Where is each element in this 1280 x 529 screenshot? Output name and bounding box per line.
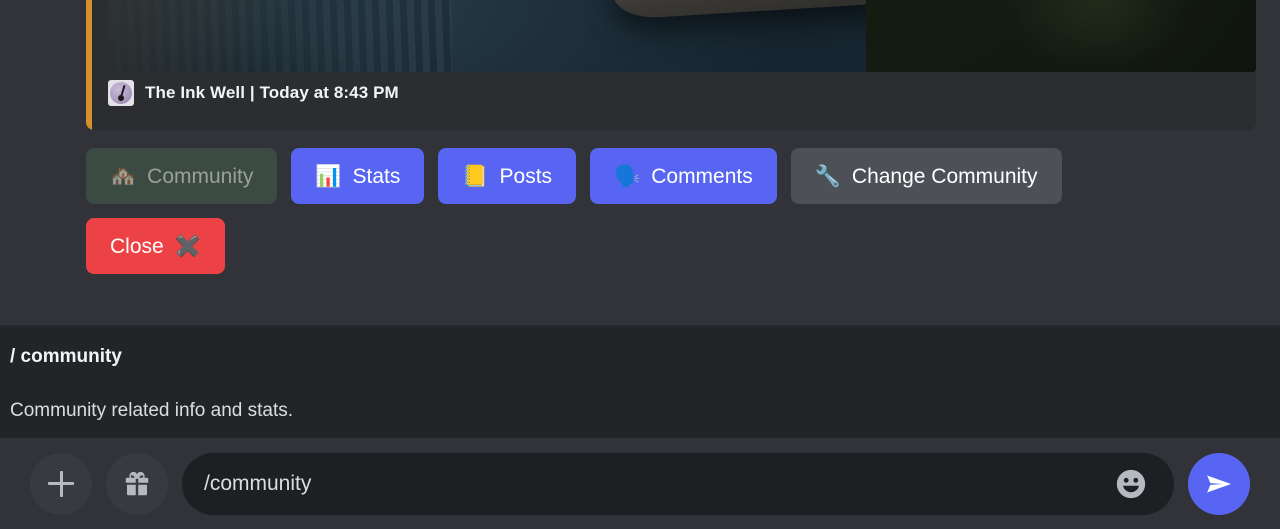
community-button[interactable]: 🏘️ Community [86, 148, 278, 204]
send-button[interactable] [1188, 452, 1250, 515]
quill-disc-glyph [110, 82, 132, 104]
notebook-emoji-icon: 📒 [462, 164, 489, 188]
embed-image[interactable] [108, 0, 1256, 72]
message-input[interactable]: /community [204, 472, 1114, 496]
wrench-emoji-icon: 🔧 [814, 164, 841, 188]
community-button-label: Community [147, 164, 254, 188]
message-input-wrapper[interactable]: /community [182, 452, 1174, 515]
posts-button-label: Posts [499, 164, 553, 188]
speaking-head-emoji-icon: 🗣️ [614, 164, 641, 188]
bar-chart-emoji-icon: 📊 [315, 164, 342, 188]
send-icon [1207, 475, 1231, 492]
close-button[interactable]: Close ✖️ [86, 218, 225, 274]
smiley-emoji-icon[interactable] [1114, 467, 1148, 501]
houses-emoji-icon: 🏘️ [110, 164, 137, 188]
discord-chat-window: The Ink Well | Today at 8:43 PM 🏘️ Commu… [0, 0, 1280, 529]
comments-button-label: Comments [651, 164, 753, 188]
gift-icon [125, 471, 149, 495]
change-community-button-label: Change Community [851, 164, 1038, 188]
embed-accent-bar [86, 0, 92, 130]
stats-button[interactable]: 📊 Stats [291, 148, 425, 204]
slash-command-description: Community related info and stats. [10, 400, 294, 421]
ink-well-avatar-icon [108, 80, 134, 106]
message-embed: The Ink Well | Today at 8:43 PM [86, 0, 1256, 130]
plus-icon [48, 470, 74, 497]
embed-author-name: The Ink Well | Today at 8:43 PM [145, 83, 399, 102]
add-attachment-button[interactable] [30, 452, 92, 515]
component-row-1: 🏘️ Community 📊 Stats 📒 Posts 🗣️ Comments [86, 148, 1062, 204]
embed-image-vignette [108, 0, 1256, 72]
message-composer: /community [0, 438, 1280, 529]
embed-author: The Ink Well | Today at 8:43 PM [108, 80, 399, 106]
stats-button-label: Stats [352, 164, 401, 188]
component-row-2: Close ✖️ [86, 218, 1062, 274]
slash-command-hint-panel: / community Community related info and s… [0, 325, 1280, 438]
gift-button[interactable] [106, 452, 168, 515]
comments-button[interactable]: 🗣️ Comments [590, 148, 777, 204]
change-community-button[interactable]: 🔧 Change Community [790, 148, 1062, 204]
message-components: 🏘️ Community 📊 Stats 📒 Posts 🗣️ Comments [86, 148, 1062, 274]
message-area: The Ink Well | Today at 8:43 PM 🏘️ Commu… [0, 0, 1280, 325]
posts-button[interactable]: 📒 Posts [438, 148, 577, 204]
close-button-label: Close [110, 234, 164, 258]
slash-command-name: / community [10, 346, 122, 367]
cross-mark-emoji-icon: ✖️ [174, 234, 201, 258]
